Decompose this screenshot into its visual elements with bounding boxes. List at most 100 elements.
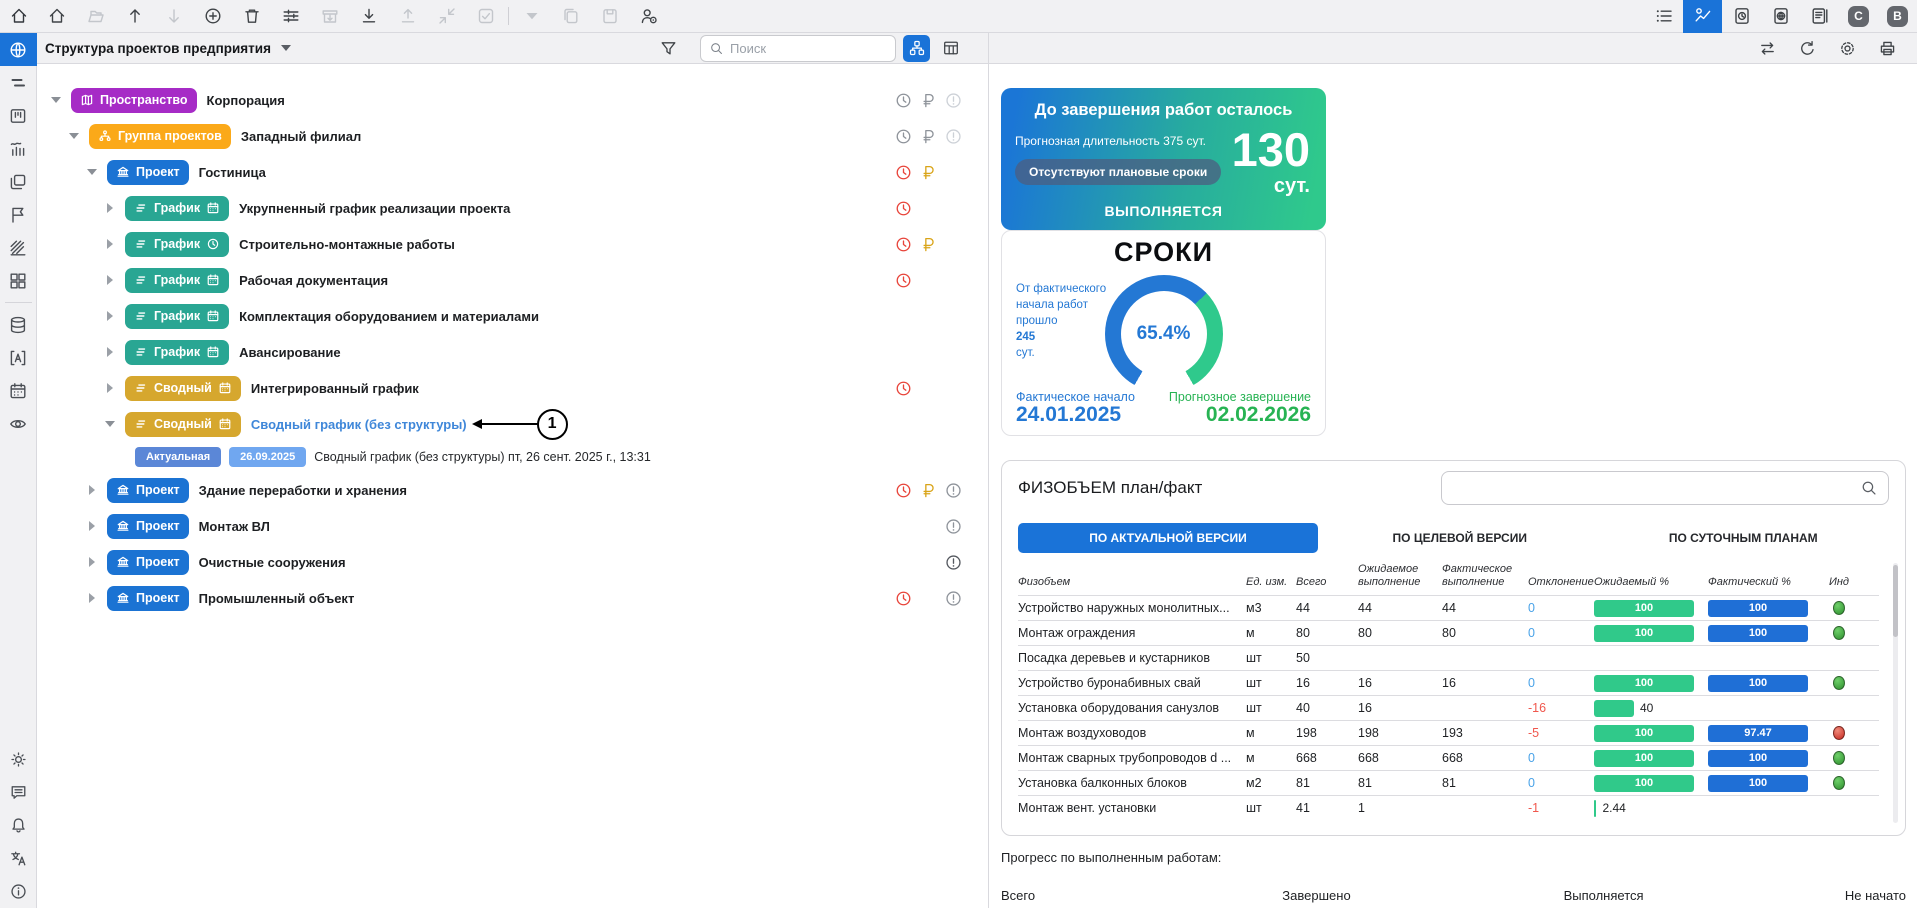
tree-row[interactable]: Пространство Корпорация (37, 82, 988, 118)
upload-icon[interactable] (388, 0, 427, 33)
caret-right-icon[interactable] (85, 557, 99, 567)
caret-down-icon[interactable] (103, 421, 117, 427)
fizobem-row[interactable]: Монтаж вент. установки шт 41 1 -1 2.44 (1018, 795, 1879, 820)
folder-open-icon[interactable] (76, 0, 115, 33)
box-down-icon[interactable] (310, 0, 349, 33)
gear-icon[interactable] (1831, 35, 1863, 62)
tree-view-toggle[interactable] (903, 34, 930, 62)
sidebar-item-eye[interactable] (0, 407, 37, 440)
type-badge[interactable]: График (125, 267, 230, 293)
sidebar-item-hatch[interactable] (0, 231, 37, 264)
printer-icon[interactable] (1871, 35, 1903, 62)
type-badge[interactable]: Проект (107, 477, 189, 503)
node-name[interactable]: Здание переработки и хранения (199, 483, 407, 498)
caret-right-icon[interactable] (85, 485, 99, 495)
tree-search-input[interactable] (730, 40, 887, 56)
checkbox-icon[interactable] (466, 0, 505, 33)
caret-right-icon[interactable] (85, 593, 99, 603)
fizobem-row[interactable]: Установка оборудования санузлов шт 40 16 -16… (1018, 695, 1879, 720)
type-badge[interactable]: Проект (107, 159, 189, 185)
tree-row[interactable]: Проект Очистные сооружения (37, 544, 988, 580)
node-name[interactable]: Гостиница (199, 165, 266, 180)
caret-right-icon[interactable] (103, 347, 117, 357)
refresh-icon[interactable] (1791, 35, 1823, 62)
sidebar-item-gantt[interactable] (0, 66, 37, 99)
sidebar-item-kanban[interactable] (0, 99, 37, 132)
doc-clock-icon[interactable] (1722, 0, 1761, 33)
download-icon[interactable] (349, 0, 388, 33)
tree-row[interactable]: Актуальная 26.09.2025 Сводный график (без … (37, 442, 988, 472)
tree-row[interactable]: Группа проектов Западный филиал (37, 118, 988, 154)
copy-icon[interactable] (551, 0, 590, 33)
node-name[interactable]: Корпорация (207, 93, 285, 108)
user-badge-c[interactable]: C (1839, 0, 1878, 33)
node-name[interactable]: Рабочая документация (239, 273, 388, 288)
fizobem-row[interactable]: Монтаж воздуховодов м 198 198 193 -5 100 97.47 (1018, 720, 1879, 745)
swap-icon[interactable] (1751, 35, 1783, 62)
scrollbar-thumb[interactable] (1893, 565, 1898, 637)
caret-right-icon[interactable] (103, 203, 117, 213)
caret-down-icon[interactable] (512, 0, 551, 33)
collapse-icon[interactable] (427, 0, 466, 33)
caret-right-icon[interactable] (103, 239, 117, 249)
plus-circle-icon[interactable] (193, 0, 232, 33)
type-badge[interactable]: График (125, 303, 230, 329)
doc-report-icon[interactable] (1800, 0, 1839, 33)
fizobem-row[interactable]: Установка балконных блоков м2 81 81 81 0 100 10… (1018, 770, 1879, 795)
tree-row[interactable]: График Рабочая документация (37, 262, 988, 298)
type-badge[interactable]: Проект (107, 585, 189, 611)
node-name[interactable]: Комплектация оборудованием и материалами (239, 309, 539, 324)
tree-row[interactable]: Сводный Сводный график (без структуры) 1 (37, 406, 988, 442)
tree-row[interactable]: Проект Гостиница (37, 154, 988, 190)
sidebar-item-flag[interactable] (0, 198, 37, 231)
sidebar-item-translate[interactable] (0, 842, 37, 875)
type-badge[interactable]: График (125, 195, 230, 221)
caret-right-icon[interactable] (103, 311, 117, 321)
sidebar-item-info[interactable] (0, 875, 37, 908)
node-name[interactable]: Западный филиал (241, 129, 361, 144)
type-badge[interactable]: Пространство (71, 87, 197, 113)
sidebar-item-folders[interactable] (0, 165, 37, 198)
type-badge[interactable]: График (125, 231, 230, 257)
sidebar-item-sun[interactable] (0, 743, 37, 776)
caret-down-icon[interactable] (49, 97, 63, 103)
sidebar-item-grid[interactable] (0, 264, 37, 297)
fizobem-row[interactable]: Устройство буронабивных свай шт 16 16 16 0 100… (1018, 670, 1879, 695)
node-name[interactable]: Интегрированный график (251, 381, 419, 396)
search-icon[interactable] (1860, 479, 1878, 497)
sidebar-item-chart-wave[interactable] (0, 132, 37, 165)
node-name[interactable]: Очистные сооружения (199, 555, 346, 570)
type-badge[interactable]: График (125, 339, 230, 365)
fizobem-row[interactable]: Монтаж ограждения м 80 80 80 0 100 100 (1018, 620, 1879, 645)
node-name[interactable]: Монтаж ВЛ (199, 519, 270, 534)
sidebar-item-globe[interactable] (0, 33, 37, 66)
user-gear-icon[interactable] (629, 0, 668, 33)
node-name[interactable]: Авансирование (239, 345, 341, 360)
type-badge[interactable]: Проект (107, 513, 189, 539)
trash-icon[interactable] (232, 0, 271, 33)
tree-row[interactable]: График Авансирование (37, 334, 988, 370)
node-name[interactable]: Строительно-монтажные работы (239, 237, 455, 252)
caret-down-icon[interactable] (85, 169, 99, 175)
tree-row[interactable]: Проект Монтаж ВЛ (37, 508, 988, 544)
sliders-icon[interactable] (271, 0, 310, 33)
sidebar-item-db[interactable] (0, 308, 37, 341)
doc-globe-icon[interactable] (1761, 0, 1800, 33)
tree-row[interactable]: График Укрупненный график реализации прое… (37, 190, 988, 226)
caret-right-icon[interactable] (103, 275, 117, 285)
arrow-down-icon[interactable] (154, 0, 193, 33)
fizobem-row[interactable]: Устройство наружных монолитных... м3 44 44 4… (1018, 595, 1879, 620)
node-name[interactable]: Промышленный объект (199, 591, 355, 606)
type-badge[interactable]: Группа проектов (89, 123, 231, 149)
paste-icon[interactable] (590, 0, 629, 33)
table-scrollbar[interactable] (1893, 563, 1898, 823)
type-badge[interactable]: Проект (107, 549, 189, 575)
sidebar-item-brackets-a[interactable] (0, 341, 37, 374)
filter-icon[interactable] (659, 39, 678, 58)
fizobem-row[interactable]: Посадка деревьев и кустарников шт 50 (1018, 645, 1879, 670)
tab-по-суточным-планам[interactable]: ПО СУТОЧНЫМ ПЛАНАМ (1602, 531, 1886, 545)
home-icon[interactable] (0, 0, 37, 33)
sidebar-item-comment[interactable] (0, 776, 37, 809)
fizobem-row[interactable]: Монтаж сварных трубопроводов d ... м 668 66… (1018, 745, 1879, 770)
sidebar-item-calendar[interactable] (0, 374, 37, 407)
